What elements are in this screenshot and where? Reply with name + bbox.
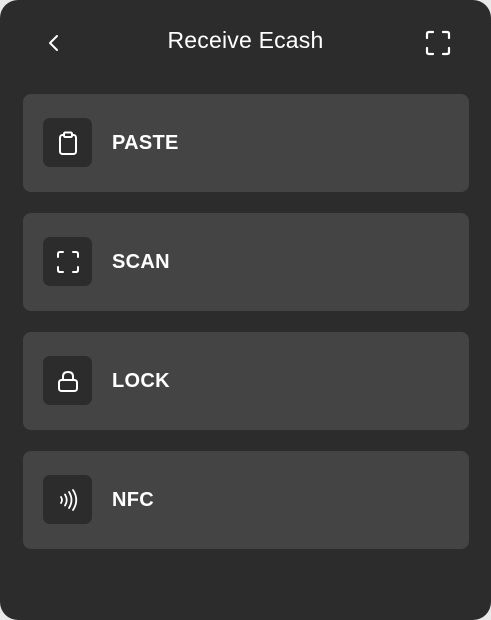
lock-option[interactable]: LOCK (23, 332, 469, 430)
paste-option[interactable]: PASTE (23, 94, 469, 192)
nfc-icon (43, 475, 92, 524)
header: Receive Ecash (0, 0, 491, 88)
nfc-label: NFC (112, 489, 155, 511)
scan-frame-icon (43, 237, 92, 286)
scan-label: SCAN (112, 251, 170, 273)
scan-frame-icon (424, 29, 452, 57)
scan-option[interactable]: SCAN (23, 213, 469, 311)
scan-button[interactable] (420, 25, 456, 61)
lock-label: LOCK (112, 370, 170, 392)
nfc-option[interactable]: NFC (23, 451, 469, 549)
receive-ecash-sheet: Receive Ecash PASTE SCAN LOCK NFC (0, 0, 491, 620)
paste-label: PASTE (112, 132, 179, 154)
lock-icon (43, 356, 92, 405)
receive-options-list: PASTE SCAN LOCK NFC (23, 94, 469, 570)
page-title: Receive Ecash (167, 27, 324, 53)
clipboard-icon (43, 118, 92, 167)
